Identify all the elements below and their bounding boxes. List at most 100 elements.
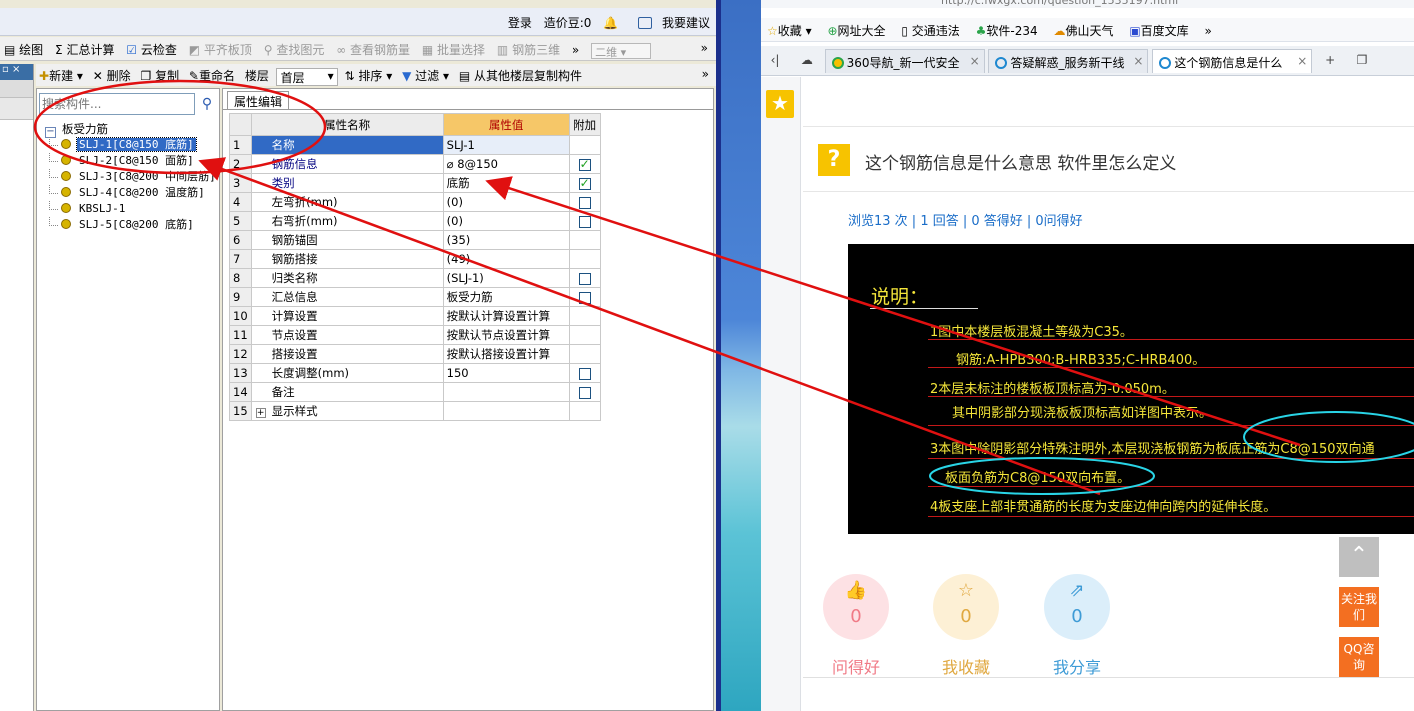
sort-button[interactable]: ⇅ 排序 ▾ bbox=[342, 64, 396, 84]
property-name[interactable]: 左弯折(mm) bbox=[250, 192, 444, 212]
floor-select[interactable]: 首层 bbox=[275, 67, 338, 86]
property-value[interactable]: (0) bbox=[442, 211, 570, 231]
toolbar1-overflow[interactable]: » bbox=[568, 39, 583, 57]
draw-button[interactable]: ▤ 绘图 bbox=[0, 37, 47, 58]
attach-checkbox[interactable] bbox=[578, 215, 591, 228]
search-icon[interactable]: ⚲ bbox=[197, 93, 217, 115]
bookmark-link[interactable]: ♣软件-234 bbox=[970, 18, 1044, 39]
bookmark-link[interactable]: ⊕网址大全 bbox=[821, 18, 891, 39]
favorites-overflow[interactable]: » bbox=[1199, 20, 1218, 38]
favorite-action[interactable]: ☆ 0 我收藏 bbox=[931, 574, 1001, 678]
attach-checkbox[interactable] bbox=[578, 196, 591, 209]
star-icon: ☆ bbox=[957, 580, 975, 601]
property-value[interactable] bbox=[442, 382, 570, 402]
login-link[interactable]: 登录 bbox=[508, 16, 532, 30]
property-name[interactable]: 搭接设置 bbox=[250, 344, 444, 364]
copy-button[interactable]: ❐ 复制 bbox=[137, 64, 182, 84]
property-value[interactable]: (49) bbox=[442, 249, 570, 269]
attach-checkbox[interactable] bbox=[578, 176, 591, 190]
attach-checkbox[interactable] bbox=[578, 367, 591, 380]
tree-item[interactable]: KBSLJ-1 bbox=[45, 201, 221, 217]
toolbar1-overflow-right[interactable]: » bbox=[697, 37, 712, 55]
tree-item[interactable]: SLJ-1[C8@150 底筋] bbox=[45, 137, 221, 153]
tree-item[interactable]: SLJ-4[C8@200 温度筋] bbox=[45, 185, 221, 201]
property-value[interactable]: (35) bbox=[442, 230, 570, 250]
qq-consult-button[interactable]: QQ咨询 bbox=[1339, 637, 1379, 677]
tree-item[interactable]: SLJ-2[C8@150 面筋] bbox=[45, 153, 221, 169]
new-tab-icon[interactable]: + bbox=[1316, 46, 1344, 67]
property-value[interactable]: SLJ-1 bbox=[442, 135, 570, 155]
back-to-top-button[interactable]: ⌃ bbox=[1339, 537, 1379, 577]
bookmark-link[interactable]: ☁佛山天气 bbox=[1047, 18, 1119, 39]
delete-button[interactable]: ✕ 删除 bbox=[90, 64, 134, 84]
toolbar2-overflow[interactable]: » bbox=[699, 64, 712, 81]
attach-checkbox[interactable] bbox=[578, 291, 591, 304]
close-icon[interactable]: × bbox=[1133, 54, 1143, 68]
property-name-text: 显示样式 bbox=[271, 404, 318, 418]
tab-list-icon[interactable]: ❐ bbox=[1348, 46, 1376, 67]
view-rebar-button[interactable]: ∞ 查看钢筋量 bbox=[332, 37, 414, 58]
property-value[interactable]: (SLJ-1) bbox=[442, 268, 570, 288]
property-name[interactable]: 名称 bbox=[250, 135, 444, 155]
bookmark-link[interactable]: ▯ 交通违法 bbox=[895, 18, 965, 39]
property-name[interactable]: 归类名称 bbox=[250, 268, 444, 288]
flat-slab-button[interactable]: ◩ 平齐板顶 bbox=[185, 37, 256, 58]
property-name[interactable]: 汇总信息 bbox=[250, 287, 444, 307]
bell-icon[interactable]: 🔔 bbox=[603, 16, 618, 30]
cloud-check-button[interactable]: ☑ 云检查 bbox=[122, 37, 181, 58]
component-search-input[interactable] bbox=[39, 93, 195, 115]
close-icon[interactable]: × bbox=[1297, 54, 1307, 68]
dock-header[interactable]: ▫ × bbox=[0, 64, 33, 80]
property-value[interactable]: 150 bbox=[442, 363, 570, 383]
property-value[interactable]: 按默认搭接设置计算 bbox=[442, 344, 570, 364]
star-icon[interactable]: ★ bbox=[766, 90, 794, 118]
address-bar[interactable]: http://c.fwxgx.com/question_1535197.html bbox=[761, 0, 1414, 8]
follow-us-button[interactable]: 关注我们 bbox=[1339, 587, 1379, 627]
copy-from-floor-button[interactable]: ▤ 从其他楼层复制构件 bbox=[456, 64, 585, 84]
property-name[interactable]: 长度调整(mm) bbox=[250, 363, 444, 383]
property-value[interactable]: 按默认节点设置计算 bbox=[442, 325, 570, 345]
favorites-button[interactable]: ☆收藏 ▾ bbox=[761, 18, 818, 39]
tree-item[interactable]: SLJ-3[C8@200 中间层筋] bbox=[45, 169, 221, 185]
property-name[interactable]: 钢筋信息 bbox=[250, 154, 444, 174]
suggest-button[interactable]: 我要建议 bbox=[630, 16, 710, 30]
share-action[interactable]: ⇗ 0 我分享 bbox=[1042, 574, 1112, 678]
property-name[interactable]: 类别 bbox=[250, 173, 444, 193]
browser-tab[interactable]: 答疑解惑_服务新干线 × bbox=[988, 49, 1149, 73]
tree-root-node[interactable]: − 板受力筋 bbox=[45, 121, 221, 138]
find-element-button[interactable]: ⚲ 查找图元 bbox=[260, 37, 329, 58]
property-value[interactable]: 板受力筋 bbox=[442, 287, 570, 307]
cloud-icon[interactable]: ☁ bbox=[793, 46, 821, 67]
property-value[interactable]: 按默认计算设置计算 bbox=[442, 306, 570, 326]
property-name[interactable]: 计算设置 bbox=[250, 306, 444, 326]
property-name[interactable]: 备注 bbox=[250, 382, 444, 402]
close-icon[interactable]: × bbox=[970, 54, 980, 68]
sum-calc-button[interactable]: Σ 汇总计算 bbox=[51, 37, 118, 58]
property-name[interactable]: 右弯折(mm) bbox=[250, 211, 444, 231]
rebar-3d-button[interactable]: ▥ 钢筋三维 bbox=[493, 37, 564, 58]
property-name[interactable]: 节点设置 bbox=[250, 325, 444, 345]
property-value[interactable]: (0) bbox=[442, 192, 570, 212]
expand-icon[interactable]: + bbox=[255, 408, 266, 418]
attach-checkbox[interactable] bbox=[578, 386, 591, 399]
browser-tab[interactable]: 360导航_新一代安全 × bbox=[824, 49, 985, 73]
tree-item[interactable]: SLJ-5[C8@200 底筋] bbox=[45, 217, 221, 233]
tab-property-edit[interactable]: 属性编辑 bbox=[227, 91, 290, 109]
new-button[interactable]: ✚新建 ▾ bbox=[36, 64, 86, 84]
like-action[interactable]: 👍 0 问得好 bbox=[821, 574, 891, 678]
view-mode-select[interactable]: 二维 ▾ bbox=[591, 42, 652, 59]
property-name[interactable]: 钢筋搭接 bbox=[250, 249, 444, 269]
property-name[interactable]: 钢筋锚固 bbox=[250, 230, 444, 250]
property-value[interactable]: 底筋 bbox=[442, 173, 570, 193]
bookmark-link[interactable]: ▣百度文库 bbox=[1123, 18, 1194, 39]
browser-tab-active[interactable]: 这个钢筋信息是什么 × bbox=[1152, 49, 1313, 73]
attach-checkbox[interactable] bbox=[578, 272, 591, 285]
rename-button[interactable]: ✎重命名 bbox=[186, 64, 238, 84]
attach-checkbox[interactable] bbox=[578, 157, 591, 171]
property-value[interactable] bbox=[442, 401, 570, 421]
batch-select-button[interactable]: ▦ 批量选择 bbox=[418, 37, 489, 58]
filter-button[interactable]: ▼ 过滤 ▾ bbox=[399, 64, 452, 84]
property-value[interactable]: ⌀ 8@150 bbox=[442, 154, 570, 174]
property-name[interactable]: + 显示样式 bbox=[250, 401, 444, 421]
back-icon[interactable]: ‹| bbox=[761, 46, 789, 67]
